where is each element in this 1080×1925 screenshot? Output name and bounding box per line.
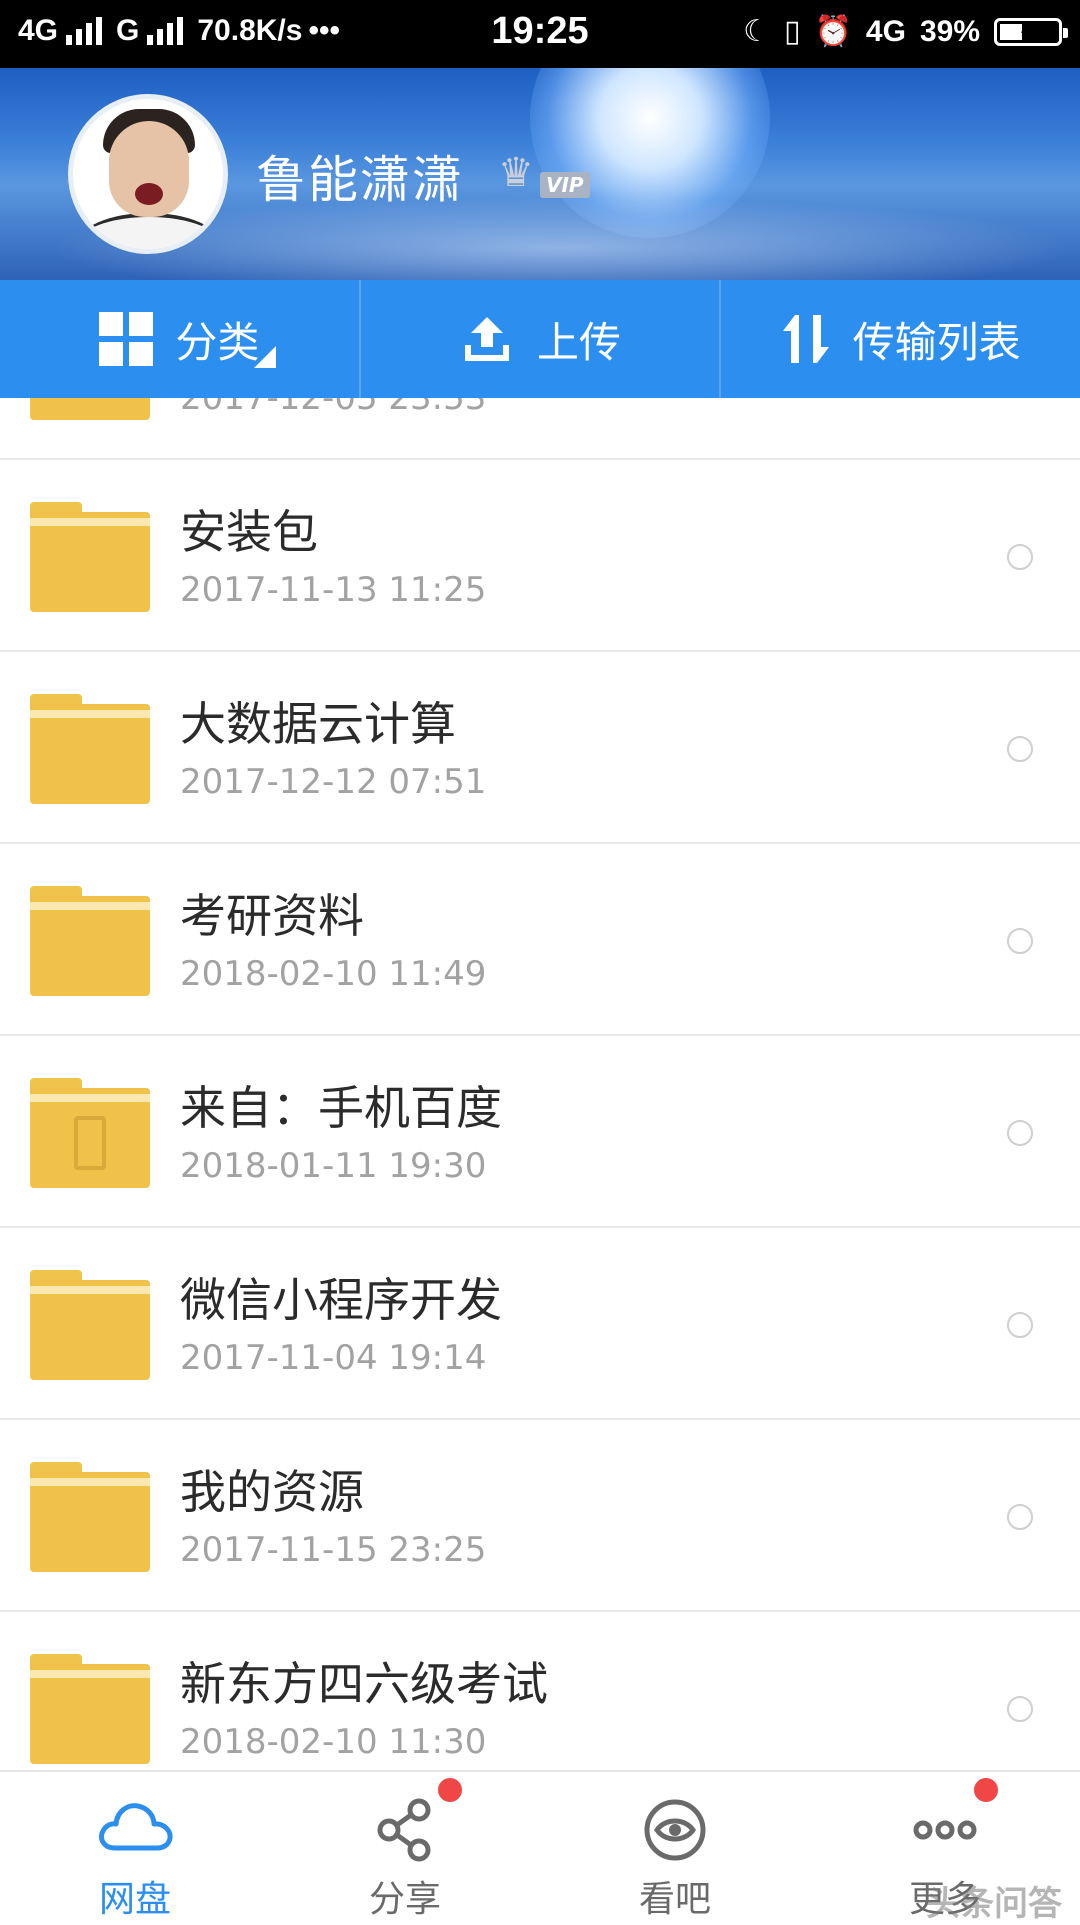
alarm-icon: ⏰ [814, 15, 852, 48]
file-date: 2017-11-04 19:14 [180, 1338, 487, 1378]
file-name: 大数据云计算 [180, 697, 456, 751]
select-radio[interactable] [1007, 1120, 1033, 1146]
notification-badge [974, 1778, 998, 1802]
transfer-list-label: 传输列表 [852, 317, 1021, 367]
folder-icon [30, 398, 150, 420]
transfer-list-button[interactable]: 传输列表 [719, 280, 1080, 398]
notification-badge [438, 1778, 462, 1802]
select-radio[interactable] [1007, 928, 1033, 954]
battery-icon: ϟ [994, 17, 1068, 47]
watermark: 头条问答 [926, 1884, 1062, 1924]
file-date: 2018-02-10 11:30 [180, 1722, 487, 1762]
avatar[interactable] [68, 94, 228, 254]
file-name: 安装包 [180, 505, 318, 559]
folder-icon [30, 886, 150, 996]
grid-icon [99, 312, 154, 366]
folder-icon [30, 502, 150, 612]
select-radio[interactable] [1007, 736, 1033, 762]
dropdown-triangle-icon [254, 346, 276, 368]
select-radio[interactable] [1007, 544, 1033, 570]
select-radio[interactable] [1007, 1504, 1033, 1530]
file-date: 2017-12-12 07:51 [180, 762, 487, 802]
more-icon [913, 1820, 977, 1840]
file-name: 考研资料 [180, 889, 364, 943]
network-type-3: 4G [865, 14, 906, 48]
share-icon [377, 1798, 431, 1862]
file-date: 2018-02-10 11:49 [180, 954, 487, 994]
nav-label: 网盘 [98, 1879, 171, 1920]
vibrate-icon: ▯ [784, 15, 801, 48]
folder-icon [30, 1654, 150, 1764]
eye-icon [644, 1799, 706, 1861]
nav-item-watch[interactable]: 看吧 [540, 1772, 810, 1922]
file-name: 微信小程序开发 [180, 1273, 502, 1327]
username: 鲁能潇潇 [256, 151, 464, 209]
file-row[interactable]: 新东方四六级考试 2018-02-10 11:30 [0, 1612, 1080, 1770]
file-date: 2018-01-11 19:30 [180, 1146, 487, 1186]
file-name: 我的资源 [180, 1465, 364, 1519]
file-name: 新东方四六级考试 [180, 1657, 548, 1711]
action-toolbar: 分类 上传 传输列表 [0, 280, 1080, 398]
crown-icon: ♛ [498, 150, 534, 196]
file-date: 2017-11-13 11:25 [180, 570, 487, 610]
do-not-disturb-moon-icon: ☾ [743, 15, 771, 48]
folder-icon [30, 1462, 150, 1572]
battery-percent: 39% [919, 14, 980, 48]
file-date: 2017-11-15 23:25 [180, 1530, 487, 1570]
file-row[interactable]: 考研资料 2018-02-10 11:49 [0, 844, 1080, 1036]
nav-item-share[interactable]: 分享 [270, 1772, 540, 1922]
upload-icon [465, 317, 509, 361]
select-radio[interactable] [1007, 1696, 1033, 1722]
vip-badge[interactable]: ♛ VIP [498, 150, 590, 198]
category-label: 分类 [175, 317, 260, 367]
nav-label: 看吧 [638, 1879, 711, 1920]
status-right: ☾ ▯ ⏰ 4G 39% ϟ [743, 14, 1068, 49]
cloud-icon [99, 1803, 173, 1851]
phone-folder-icon [30, 1078, 150, 1188]
file-row[interactable]: 来自：手机百度 2018-01-11 19:30 [0, 1036, 1080, 1228]
bottom-nav: 网盘 分享 看吧 更多 头条问答 [0, 1770, 1080, 1924]
folder-icon [30, 694, 150, 804]
folder-icon [30, 1270, 150, 1380]
upload-button[interactable]: 上传 [358, 280, 720, 398]
status-bar: 4G G 70.8K/s ••• 19:25 ☾ ▯ ⏰ 4G 39% ϟ [0, 0, 1080, 68]
vip-label: VIP [540, 172, 590, 198]
nav-item-netdisk[interactable]: 网盘 [0, 1772, 270, 1922]
file-list: 2017-12-05 23:53 安装包 2017-11-13 11:25 大数… [0, 398, 1080, 1770]
category-button[interactable]: 分类 [0, 280, 359, 398]
nav-label: 分享 [368, 1879, 441, 1920]
file-date: 2017-12-05 23:53 [180, 398, 487, 418]
select-radio[interactable] [1007, 1312, 1033, 1338]
upload-label: 上传 [537, 317, 622, 367]
transfer-arrows-icon [782, 315, 829, 363]
file-row[interactable]: 我的资源 2017-11-15 23:25 [0, 1420, 1080, 1612]
file-row[interactable]: 大数据云计算 2017-12-12 07:51 [0, 652, 1080, 844]
file-row[interactable]: 微信小程序开发 2017-11-04 19:14 [0, 1228, 1080, 1420]
file-row[interactable]: 安装包 2017-11-13 11:25 [0, 460, 1080, 652]
file-name: 来自：手机百度 [180, 1081, 502, 1135]
file-row[interactable]: 2017-12-05 23:53 [0, 398, 1080, 460]
